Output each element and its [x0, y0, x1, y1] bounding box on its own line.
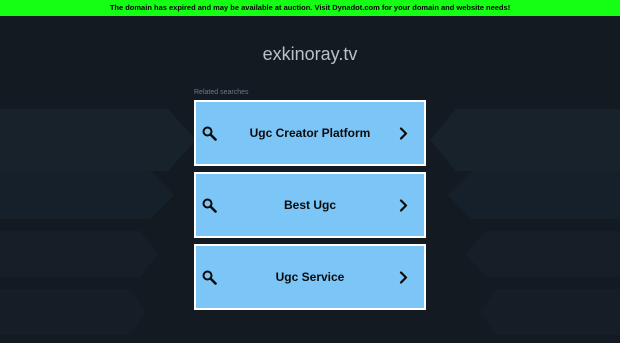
related-search-best-ugc[interactable]: Best Ugc	[194, 172, 426, 238]
related-search-label: Ugc Creator Platform	[249, 126, 371, 140]
expired-domain-banner[interactable]: The domain has expired and may be availa…	[0, 0, 620, 16]
bg-arrow-right-2	[448, 171, 620, 219]
chevron-right-icon	[399, 271, 408, 284]
chevron-right-icon	[399, 127, 408, 140]
related-searches-label: Related searches	[194, 89, 249, 96]
related-search-ugc-creator-platform[interactable]: Ugc Creator Platform	[194, 100, 426, 166]
bg-arrow-left-2	[0, 171, 174, 219]
domain-title: exkinoray.tv	[262, 44, 358, 64]
related-search-label: Best Ugc	[283, 198, 336, 212]
bg-arrow-right-4	[480, 289, 620, 335]
search-icon	[202, 270, 217, 285]
bg-arrow-right-1	[430, 109, 620, 171]
related-search-ugc-service[interactable]: Ugc Service	[194, 244, 426, 310]
bg-arrow-left-1	[0, 109, 196, 171]
bg-arrow-left-3	[0, 231, 158, 277]
related-search-label: Ugc Service	[275, 270, 345, 284]
search-icon	[202, 198, 217, 213]
bg-arrow-left-4	[0, 289, 146, 335]
search-icon	[202, 126, 217, 141]
bg-arrow-right-3	[466, 231, 620, 277]
chevron-right-icon	[399, 199, 408, 212]
